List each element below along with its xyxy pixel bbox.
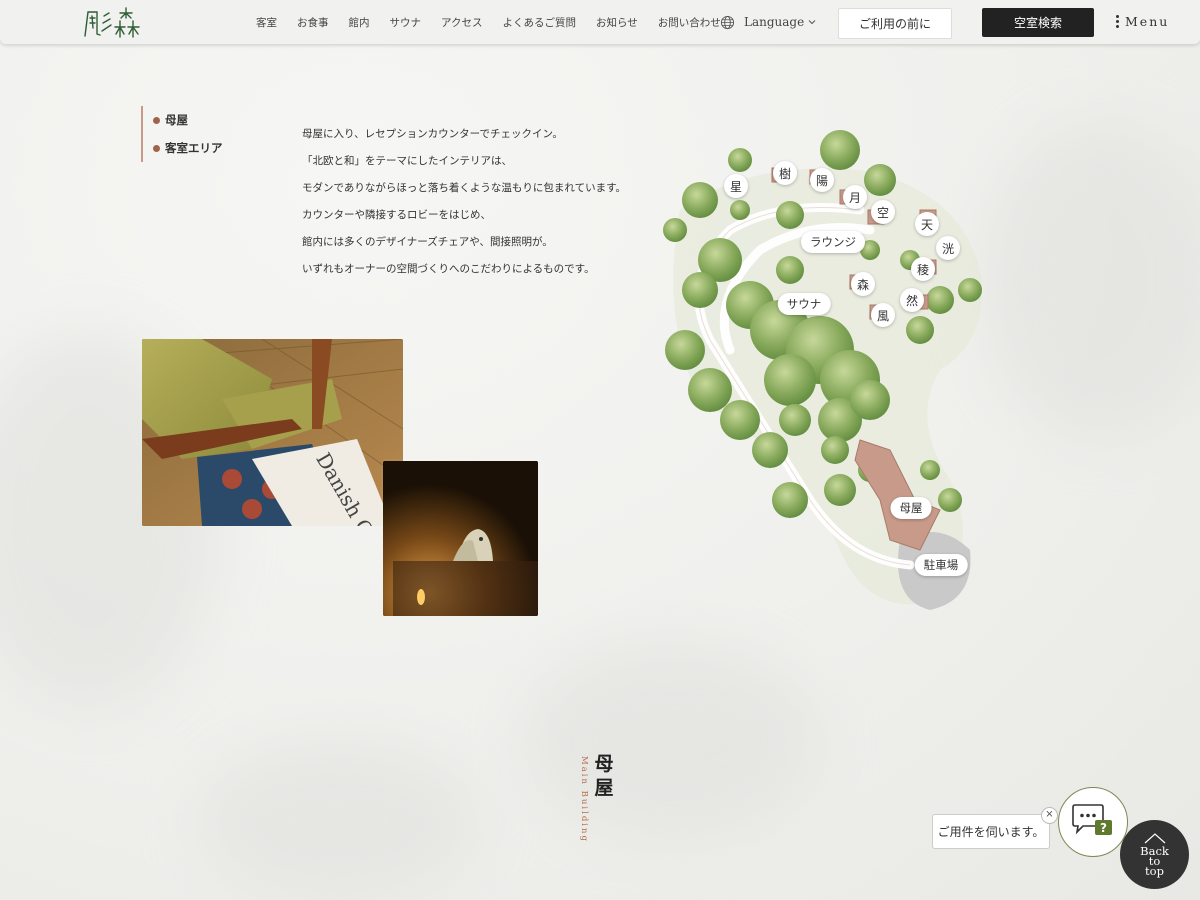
lamp-photo	[383, 461, 538, 616]
menu-label: Menu	[1125, 14, 1170, 29]
nav-facility[interactable]: 館内	[349, 15, 370, 30]
map-pin-ki[interactable]: 樹	[773, 161, 797, 185]
intro-line: 館内には多くのデザイナーズチェアや、間接照明が。	[302, 236, 553, 248]
intro-line: モダンでありながらほっと落ち着くような温もりに包まれています。	[302, 182, 627, 194]
global-nav: 客室 お食事 館内 サウナ アクセス よくあるご質問 お知らせ お問い合わせ	[256, 0, 741, 44]
chat-prompt-bubble[interactable]: ご用件を伺います。	[932, 814, 1050, 849]
nav-dining[interactable]: お食事	[297, 15, 329, 30]
bg-shadow	[520, 640, 820, 840]
site-header: 客室 お食事 館内 サウナ アクセス よくあるご質問 お知らせ お問い合わせ L…	[0, 0, 1200, 44]
nav-contact[interactable]: お問い合わせ	[658, 15, 721, 30]
site-logo[interactable]	[82, 4, 142, 40]
map-pin-hoshi[interactable]: 星	[724, 174, 748, 198]
language-label: Language	[744, 15, 805, 29]
intro-line: カウンターや隣接するロビーをはじめ、	[302, 209, 491, 221]
nav-rooms[interactable]: 客室	[256, 15, 277, 30]
map-pin-lounge[interactable]: ラウンジ	[801, 231, 865, 253]
menu-button[interactable]: Menu	[1116, 14, 1169, 29]
svg-text:?: ?	[1100, 821, 1107, 835]
section-title: 母屋	[594, 753, 614, 799]
subnav-item-main-building[interactable]: 母屋	[153, 106, 223, 134]
intro-line: 「北欧と和」をテーマにしたインテリアは、	[302, 155, 512, 167]
language-selector[interactable]: Language	[720, 12, 826, 32]
bg-shadow	[200, 740, 480, 900]
map-pin-main-building[interactable]: 母屋	[890, 497, 932, 519]
map-pin-kaze[interactable]: 風	[871, 303, 895, 327]
nav-faq[interactable]: よくあるご質問	[502, 15, 576, 30]
nav-sauna[interactable]: サウナ	[390, 15, 422, 30]
facility-map: 星 樹 陽 月 空 天 洸 稜 森 然 風 ラウンジ サウナ 母屋 駐車場	[640, 120, 1020, 630]
chat-icon: ?	[1072, 804, 1112, 835]
map-pin-parking[interactable]: 駐車場	[914, 554, 968, 576]
chair-photo-art: Danish Chairs	[142, 339, 403, 526]
intro-line: いずれもオーナーの空間づくりへのこだわりによるものです。	[302, 263, 595, 275]
bullet-icon	[153, 116, 160, 124]
nav-news[interactable]: お知らせ	[596, 15, 638, 30]
back-to-top-button[interactable]: Back to top	[1120, 820, 1189, 889]
map-pin-zen[interactable]: 然	[900, 288, 924, 312]
close-icon[interactable]: ×	[1041, 807, 1058, 824]
map-pin-tsuki[interactable]: 月	[843, 185, 867, 209]
map-pin-sora[interactable]: 空	[871, 200, 895, 224]
availability-search-button[interactable]: 空室検索	[982, 8, 1094, 37]
intro-line: 母屋に入り、レセプションカウンターでチェックイン。	[302, 128, 563, 140]
chevron-up-icon	[1144, 833, 1165, 844]
map-pin-you[interactable]: 陽	[810, 168, 834, 192]
bullet-icon	[153, 144, 160, 152]
before-use-button[interactable]: ご利用の前に	[838, 8, 952, 39]
subnav-item-room-area[interactable]: 客室エリア	[153, 134, 223, 162]
chevron-down-icon	[808, 20, 816, 25]
back-to-top-label: top	[1145, 864, 1164, 878]
globe-icon	[720, 15, 735, 29]
map-pin-mori[interactable]: 森	[851, 272, 875, 296]
intro-text: 母屋に入り、レセプションカウンターでチェックイン。 「北欧と和」をテーマにしたイ…	[302, 124, 662, 286]
kebab-icon	[1116, 14, 1119, 29]
nav-access[interactable]: アクセス	[441, 15, 482, 30]
map-pin-ryou[interactable]: 稜	[911, 257, 935, 281]
map-pin-sen[interactable]: 洸	[936, 236, 960, 260]
map-pin-sauna[interactable]: サウナ	[777, 293, 831, 315]
map-pin-ten[interactable]: 天	[915, 212, 939, 236]
chat-button[interactable]: ?	[1058, 787, 1128, 857]
section-subtitle: Main Building	[579, 756, 589, 843]
map-illustration	[663, 130, 982, 610]
lamp-photo-art	[383, 461, 538, 616]
section-subnav: 母屋 客室エリア	[141, 106, 223, 162]
lobby-chair-photo: Danish Chairs	[142, 339, 403, 526]
